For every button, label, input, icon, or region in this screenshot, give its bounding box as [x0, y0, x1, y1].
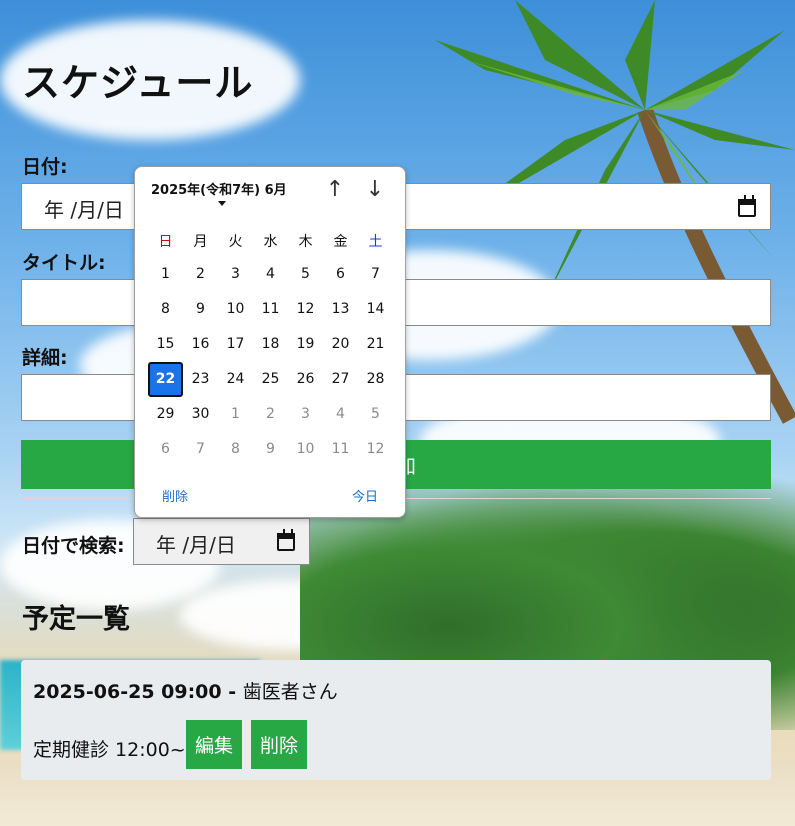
calendar-day[interactable]: 28: [358, 362, 393, 397]
event-separator: -: [221, 681, 243, 703]
caret-down-icon[interactable]: [218, 201, 226, 206]
date-input-value: 年 /月/日: [44, 198, 124, 222]
calendar-day-other-month[interactable]: 11: [323, 432, 358, 467]
event-detail: 定期健診 12:00~: [33, 739, 186, 761]
calendar-day[interactable]: 24: [218, 362, 253, 397]
calendar-day[interactable]: 18: [253, 327, 288, 362]
calendar-day-other-month[interactable]: 4: [323, 397, 358, 432]
calendar-week-row: 1234567: [148, 257, 393, 292]
calendar-day[interactable]: 20: [323, 327, 358, 362]
date-label: 日付:: [22, 156, 68, 178]
search-date-input[interactable]: 年 /月/日: [133, 518, 310, 565]
calendar-icon[interactable]: [738, 195, 756, 217]
calendar-day[interactable]: 2: [183, 257, 218, 292]
event-datetime: 2025-06-25 09:00: [33, 681, 222, 703]
arrow-up-icon[interactable]: ↑: [322, 177, 348, 203]
calendar-day[interactable]: 3: [218, 257, 253, 292]
calendar-day[interactable]: 11: [253, 292, 288, 327]
calendar-day[interactable]: 16: [183, 327, 218, 362]
calendar-day[interactable]: 6: [323, 257, 358, 292]
weekday-fri: 金: [333, 234, 348, 250]
weekday-thu: 木: [298, 234, 313, 250]
weekday-header-row: 日 月 火 水 木 金 土: [148, 227, 393, 257]
calendar-day[interactable]: 21: [358, 327, 393, 362]
edit-button[interactable]: 編集: [186, 720, 243, 769]
weekday-wed: 水: [263, 234, 278, 250]
page-title: スケジュール: [22, 61, 254, 105]
calendar-week-row: 29 30 1 2 3 4 5: [148, 397, 393, 432]
calendar-day[interactable]: 26: [288, 362, 323, 397]
calendar-day-other-month[interactable]: 12: [358, 432, 393, 467]
calendar-day[interactable]: 27: [323, 362, 358, 397]
calendar-week-row: 8 9 10 11 12 13 14: [148, 292, 393, 327]
detail-label: 詳細:: [22, 347, 68, 369]
event-item: 2025-06-25 09:00 - 歯医者さん 定期健診 12:00~ 編集 …: [21, 660, 771, 780]
calendar-day-other-month[interactable]: 5: [358, 397, 393, 432]
calendar-day-other-month[interactable]: 10: [288, 432, 323, 467]
weekday-sat: 土: [368, 234, 383, 250]
calendar-icon[interactable]: [277, 529, 295, 551]
calendar-week-row: 22 23 24 25 26 27 28: [148, 362, 393, 397]
calendar-day[interactable]: 19: [288, 327, 323, 362]
search-label: 日付で検索:: [22, 535, 125, 557]
calendar-day[interactable]: 7: [358, 257, 393, 292]
calendar-week-row: 6 7 8 9 10 11 12: [148, 432, 393, 467]
calendar-day[interactable]: 12: [288, 292, 323, 327]
arrow-down-icon[interactable]: ↓: [362, 177, 388, 203]
calendar-day-other-month[interactable]: 8: [218, 432, 253, 467]
calendar-grid: 日 月 火 水 木 金 土 1 2 3 4 5 6 7 8 9 10 11 12 13 14 15 16 17 1…: [148, 227, 393, 467]
calendar-day[interactable]: 22: [148, 362, 183, 397]
delete-button[interactable]: 削除: [251, 720, 308, 769]
calendar-day[interactable]: 23: [183, 362, 218, 397]
title-label: タイトル:: [22, 252, 106, 274]
weekday-mon: 月: [193, 234, 208, 250]
calendar-day[interactable]: 25: [253, 362, 288, 397]
event-title: 歯医者さん: [242, 681, 338, 703]
date-picker-popup: 2025年(令和7年) 6月 ↑ ↓ 日 月 火 水 木 金 土 1234567…: [134, 166, 406, 518]
calendar-day-other-month[interactable]: 9: [253, 432, 288, 467]
today-button[interactable]: 今日: [352, 486, 378, 505]
weekday-tue: 火: [228, 234, 243, 250]
weekday-sun: 日: [158, 234, 173, 250]
calendar-day[interactable]: 5: [288, 257, 323, 292]
clear-button[interactable]: 削除: [162, 486, 188, 505]
search-date-value: 年 /月/日: [156, 533, 236, 557]
calendar-day-other-month[interactable]: 1: [218, 397, 253, 432]
calendar-day[interactable]: 8: [148, 292, 183, 327]
calendar-day-other-month[interactable]: 2: [253, 397, 288, 432]
calendar-day[interactable]: 15: [148, 327, 183, 362]
calendar-day-other-month[interactable]: 7: [183, 432, 218, 467]
calendar-day[interactable]: 30: [183, 397, 218, 432]
calendar-day[interactable]: 9: [183, 292, 218, 327]
calendar-day[interactable]: 1: [148, 257, 183, 292]
calendar-day[interactable]: 4: [253, 257, 288, 292]
event-header: 2025-06-25 09:00 - 歯医者さん: [33, 677, 338, 704]
calendar-day[interactable]: 29: [148, 397, 183, 432]
month-year-selector[interactable]: 2025年(令和7年) 6月: [151, 179, 287, 198]
calendar-week-row: 15 16 17 18 19 20 21: [148, 327, 393, 362]
calendar-weeks: 1 2 3 4 5 6 7 8 9 10 11 12 13 14 15 16 17 18 19 20 21 22 23 24 2…: [148, 257, 393, 467]
event-list-heading: 予定一覧: [22, 604, 130, 635]
calendar-day-other-month[interactable]: 3: [288, 397, 323, 432]
calendar-day[interactable]: 17: [218, 327, 253, 362]
calendar-day[interactable]: 10: [218, 292, 253, 327]
calendar-day-other-month[interactable]: 6: [148, 432, 183, 467]
calendar-day[interactable]: 14: [358, 292, 393, 327]
calendar-day[interactable]: 13: [323, 292, 358, 327]
